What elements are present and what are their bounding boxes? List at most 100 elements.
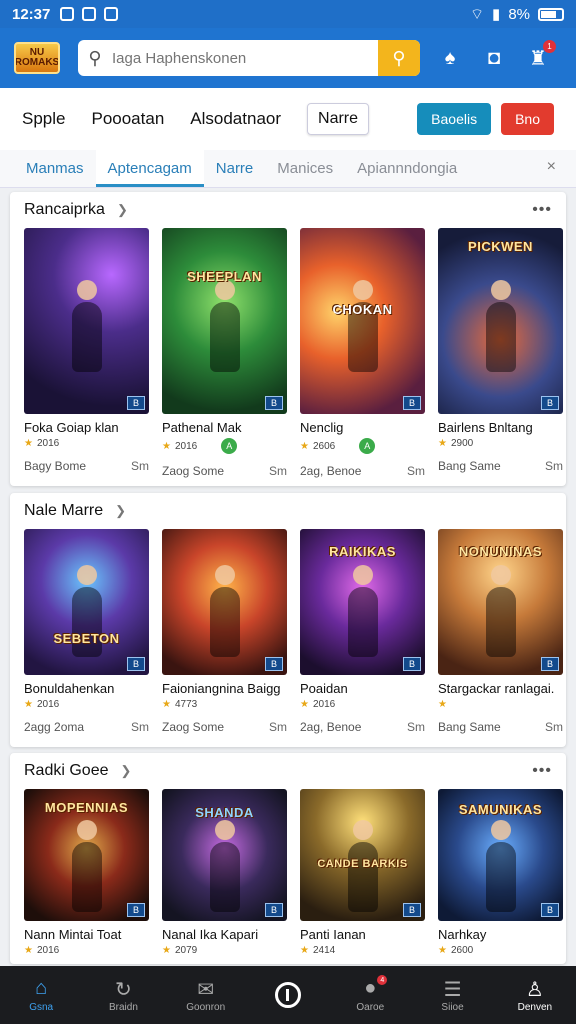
section-title[interactable]: Nale Marre [24,502,103,520]
search-bar: ⚲ ⚲ [78,40,420,76]
game-card[interactable]: MOPENNIAS B Nann Mintai Toat ★ 2016 [24,789,149,956]
star-icon: ★ [438,699,447,710]
search-button[interactable]: ⚲ [378,40,420,76]
bottom-nav-goonron[interactable]: ✉ Goonron [171,977,241,1013]
search-input[interactable] [112,49,378,67]
nav-link-poooatan[interactable]: Poooatan [91,109,164,129]
star-icon: ★ [162,945,171,956]
menu-icon: ☰ [443,979,462,1001]
game-thumbnail[interactable]: NONUNINAS B [438,529,563,675]
gallery-icon [60,7,75,21]
notification-badge: 4 [377,975,388,985]
notification-icon[interactable]: ◘ [480,44,508,72]
game-card[interactable]: RAIKIKAS B Poaidan ★ 2016 2ag, Benoe Sm [300,529,425,734]
tab-manices[interactable]: Manices [265,150,345,187]
game-card[interactable]: CHOKAN B Nenclig ★ 2606 A 2ag, Benoe Sm [300,228,425,478]
game-size: Sm [131,459,149,473]
game-year: 2016 [312,699,336,710]
game-thumbnail[interactable]: PICKWEN B [438,228,563,414]
game-year: 2016 [174,440,198,452]
search-icon: ⚲ [88,47,102,68]
more-icon[interactable]: ••• [532,201,552,219]
tab-bar: Manmas Aptencagam Narre Manices Apiannnd… [0,150,576,188]
game-card[interactable]: B Foka Goiap klan ★ 2016 Bagy Bome Sm [24,228,149,478]
battery-icon [538,7,564,21]
badge-icon: B [541,396,559,410]
bottom-nav-power[interactable] [253,982,323,1008]
app-header: NU ROMAKS ⚲ ⚲ ♠ ◘ ♜1 [0,28,576,88]
badge-icon: B [541,657,559,671]
game-meta: Bang Same [438,720,501,734]
game-meta: 2ag, Benoe [300,464,362,478]
bottom-nav-braidn[interactable]: ↻ Braidn [88,977,158,1013]
game-year: 4773 [174,699,198,710]
badge-icon: B [265,396,283,410]
badge-icon: B [265,657,283,671]
game-thumbnail[interactable]: SHANDA B [162,789,287,921]
nav-link-spple[interactable]: Spple [22,109,65,129]
game-thumbnail[interactable]: SHEEPLAN B [162,228,287,414]
chevron-right-icon[interactable]: ❯ [115,503,126,519]
game-thumbnail[interactable]: SEBETON B [24,529,149,675]
nav-link-alsodatnaor[interactable]: Alsodatnaor [190,109,281,129]
star-icon: ★ [24,945,33,956]
game-card[interactable]: NONUNINAS B Stargackar ranlagai. ★ Bang … [438,529,563,734]
game-title: Stargackar ranlagai. [438,681,555,696]
game-thumbnail[interactable]: SAMUNIKAS B [438,789,563,921]
primary-button[interactable]: Baoelis [417,103,492,135]
more-icon[interactable]: ••• [532,762,552,780]
game-card[interactable]: SAMUNIKAS B Narhkay ★ 2600 [438,789,563,956]
game-meta: Bang Same [438,459,501,473]
game-card[interactable]: SHEEPLAN B Pathenal Mak ★ 2016 A Zaog Some… [162,228,287,478]
bottom-nav-denven[interactable]: ♙ Denven [500,977,570,1013]
game-card[interactable]: SHANDA B Nanal Ika Kapari ★ 2079 [162,789,287,956]
game-size: Sm [269,464,287,478]
chevron-right-icon[interactable]: ❯ [117,202,128,218]
tab-aptencagam[interactable]: Aptencagam [95,150,204,187]
app-icon [82,7,97,21]
star-icon: ★ [24,699,33,710]
top-nav: Spple Poooatan Alsodatnaor Narre Baoelis… [0,88,576,150]
danger-button[interactable]: Bno [501,103,554,135]
home-icon: ⌂ [35,977,48,999]
game-title: Panti Ianan [300,927,366,942]
game-thumbnail[interactable]: MOPENNIAS B [24,789,149,921]
user-icon: ♙ [525,979,544,1001]
game-year: 2900 [450,438,474,449]
game-title: Nann Mintai Toat [24,927,122,942]
game-size: Sm [545,720,563,734]
bottom-nav-home[interactable]: ⌂ Gsna [6,977,76,1013]
game-card[interactable]: PICKWEN B Bairlens Bnltang ★ 2900 Bang Sa… [438,228,563,478]
game-thumbnail[interactable]: CHOKAN B [300,228,425,414]
game-thumbnail[interactable]: B [24,228,149,414]
game-thumbnail[interactable]: CANDE BARKIS B [300,789,425,921]
game-title: Nenclig [300,420,344,435]
nav-outline-button[interactable]: Narre [307,103,370,135]
section-nale-marre: Nale Marre ❯ SEBETON B Bonuldahenkan ★ 20… [10,493,566,747]
badge-icon: B [403,657,421,671]
section-title[interactable]: Radki Goee [24,762,109,780]
game-card[interactable]: CANDE BARKIS B Panti Ianan ★ 2414 [300,789,425,956]
game-thumbnail[interactable]: B [162,529,287,675]
bottom-nav-oaroe[interactable]: ● 4 Oaroe [335,975,405,1013]
status-bar: 12:37 ⌔ ▮ 8% [0,0,576,28]
tab-apiannndongia[interactable]: Apiannndongia [345,150,469,187]
profile-icon[interactable]: ♜ 1 [524,40,556,72]
game-size: Sm [407,720,425,734]
section-title[interactable]: Rancaiprka [24,201,105,219]
tab-narre[interactable]: Narre [204,150,266,187]
tab-manmas[interactable]: Manmas [14,150,96,187]
battery-percent: 8% [508,5,530,23]
game-year: 2016 [36,438,60,449]
game-card[interactable]: B Faioniangnina Baigg ★ 4773 Zaog Some Sm [162,529,287,734]
chevron-right-icon[interactable]: ❯ [121,763,132,779]
game-thumbnail[interactable]: RAIKIKAS B [300,529,425,675]
game-title: Bonuldahenkan [24,681,115,696]
app-logo[interactable]: NU ROMAKS [14,42,60,74]
bell-icon[interactable]: ♠ [436,44,464,72]
power-icon [274,982,301,1008]
close-icon[interactable]: × [547,150,556,187]
game-year: 2016 [36,945,60,956]
game-card[interactable]: SEBETON B Bonuldahenkan ★ 2016 2agg 2oma S… [24,529,149,734]
bottom-nav-siioe[interactable]: ☰ Siioe [418,977,488,1013]
